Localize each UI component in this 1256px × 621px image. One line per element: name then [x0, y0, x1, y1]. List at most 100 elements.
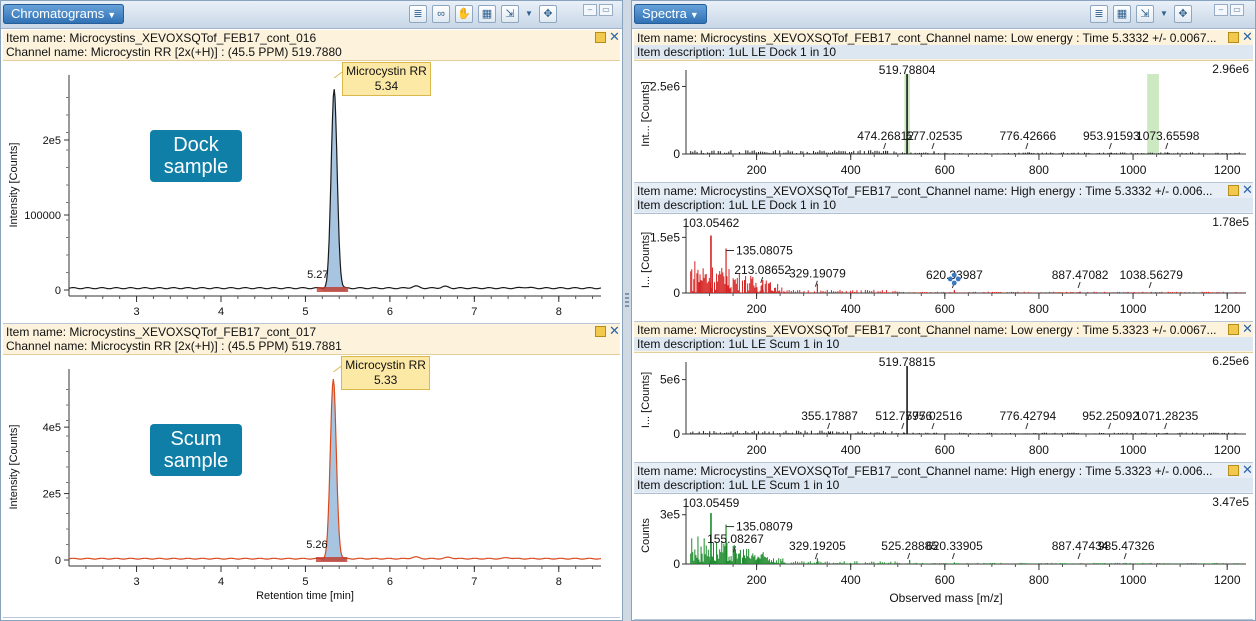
- hand-icon[interactable]: ✋: [455, 5, 473, 23]
- export-icon[interactable]: ⇲: [1136, 5, 1154, 23]
- x-tick-label: 1200: [1214, 163, 1241, 177]
- move-icon[interactable]: ✥: [539, 5, 557, 23]
- spectrum-chart[interactable]: 200 400 600 800 1000 1200 0 1.5e5I... [Counts] 1…: [634, 213, 1253, 321]
- y-tick-label: 3e5: [660, 508, 680, 522]
- chromatograms-menu-button[interactable]: Chromatograms ▼: [3, 4, 125, 24]
- label-leader: [1025, 422, 1029, 430]
- x-tick-label: 1200: [1214, 443, 1241, 457]
- x-tick-label: 6: [387, 576, 393, 588]
- x-tick-label: 400: [841, 443, 861, 457]
- pin-icon[interactable]: [595, 32, 606, 43]
- callout-line-1: Dock: [173, 134, 219, 156]
- item-name-label: Item name: Microcystins_XEVOXSQTof_FEB17…: [637, 323, 938, 337]
- list-icon[interactable]: ≣: [1090, 5, 1108, 23]
- item-description-label: Item description: 1uL LE Scum 1 in 10: [634, 478, 1253, 492]
- y-tick-label: 2e5: [43, 489, 61, 501]
- x-tick-label: 7: [471, 576, 477, 588]
- spectrum-chart[interactable]: 200 400 600 800 1000 1200 0 3e5 Counts 3.47e5 Obse…: [634, 493, 1253, 619]
- x-tick-label: 6: [387, 306, 393, 318]
- spectra-title: Spectra: [642, 6, 687, 21]
- table-icon[interactable]: ▦: [478, 5, 496, 23]
- label-leader: [901, 422, 905, 430]
- spectra-toolbar: ≣ ▦ ⇲ ▼ ✥: [1090, 5, 1192, 25]
- y-tick-label: 0: [55, 555, 61, 567]
- x-tick-label: 400: [841, 163, 861, 177]
- x-tick-label: 600: [935, 163, 955, 177]
- peak-mass-label: 329.19205: [789, 539, 846, 553]
- chevron-down-icon[interactable]: ▼: [524, 5, 534, 23]
- item-name-label: Item name: Microcystins_XEVOXSQTof_FEB17…: [637, 184, 938, 198]
- x-tick-label: 1000: [1120, 163, 1147, 177]
- item-name-label: Item name: Microcystins_XEVOXSQTof_FEB17…: [6, 325, 317, 339]
- label-leader: [1123, 552, 1127, 560]
- peak-mass-label: 329.19079: [789, 267, 846, 281]
- channel-name-label: Channel name: Microcystin RR [2x(+H)] : …: [6, 339, 342, 353]
- label-leader: [931, 422, 935, 430]
- close-icon[interactable]: ✕: [1242, 321, 1253, 336]
- x-axis-label: Observed mass [m/z]: [889, 591, 1002, 605]
- restore-icon[interactable]: ▭: [599, 4, 613, 16]
- x-tick-label: 3: [133, 306, 139, 318]
- item-name-label: Item name: Microcystins_XEVOXSQTof_FEB17…: [637, 464, 938, 478]
- chromatogram-chart[interactable]: 3 4 5 6 7 8 0 2e5 4e5 Intensity [Counts] Retention…: [3, 354, 620, 617]
- x-tick-label: 600: [935, 302, 955, 316]
- spectra-titlebar: Spectra ▼ ≣ ▦ ⇲ ▼ ✥ – ▭: [632, 1, 1255, 29]
- close-icon[interactable]: ✕: [1242, 182, 1253, 197]
- pane-splitter[interactable]: [623, 0, 631, 621]
- close-icon[interactable]: ✕: [609, 29, 620, 44]
- x-tick-label: 800: [1029, 573, 1049, 587]
- x-tick-label: 1200: [1214, 573, 1241, 587]
- y-tick-label: 0: [673, 286, 680, 300]
- y-axis-label: Intensity [Counts]: [8, 143, 20, 228]
- pin-icon[interactable]: [1228, 324, 1239, 335]
- move-icon[interactable]: ✥: [1174, 5, 1192, 23]
- x-tick-label: 1200: [1214, 302, 1241, 316]
- peak-mass-label: 776.42794: [999, 409, 1056, 423]
- spectrum-chart[interactable]: 200 400 600 800 1000 1200 0 5e6 I... [Counts] 6.2…: [634, 352, 1253, 462]
- restore-icon[interactable]: ▭: [1230, 4, 1244, 16]
- panel-header: Item name: Microcystins_XEVOXSQTof_FEB17…: [3, 323, 620, 355]
- peak-label[interactable]: Microcystin RR 5.33: [341, 356, 430, 390]
- peak-mass-label: 213.08652: [734, 263, 791, 277]
- chevron-down-icon[interactable]: ▼: [1159, 5, 1169, 23]
- x-tick-label: 5: [302, 576, 308, 588]
- item-description-label: Item description: 1uL LE Dock 1 in 10: [634, 45, 1253, 59]
- minimize-icon[interactable]: –: [583, 4, 597, 16]
- peak-mass-label: 519.78815: [879, 355, 936, 369]
- close-icon[interactable]: ✕: [1242, 29, 1253, 44]
- max-intensity-label: 2.96e6: [1212, 62, 1249, 76]
- x-tick-label: 5: [302, 306, 308, 318]
- pin-icon[interactable]: [595, 326, 606, 337]
- peak-mass-label: 952.25092: [1082, 409, 1139, 423]
- peak-mass-label: 985.47326: [1098, 539, 1155, 553]
- peak-mass-label: 519.78804: [879, 63, 936, 77]
- y-tick-label: 100000: [24, 210, 61, 222]
- peak-mass-label: 1038.56279: [1120, 268, 1184, 282]
- label-leader: [827, 422, 831, 430]
- list-icon[interactable]: ≣: [409, 5, 427, 23]
- label-leader: [814, 552, 818, 560]
- y-tick-label: 4e5: [43, 422, 61, 434]
- panel-header: Item name: Microcystins_XEVOXSQTof_FEB17…: [634, 462, 1253, 494]
- spectra-menu-button[interactable]: Spectra ▼: [634, 4, 707, 24]
- spectrum-chart[interactable]: 200 400 600 800 1000 1200 0 2.5e6Int... [Counts…: [634, 60, 1253, 182]
- link-icon[interactable]: ∞: [432, 5, 450, 23]
- chromatogram-chart[interactable]: 3 4 5 6 7 8 0 100000 2e5 Intensity [Counts] 5.27: [3, 60, 620, 323]
- peak-label[interactable]: Microcystin RR 5.34: [342, 62, 431, 96]
- y-tick-label: 5e6: [660, 373, 680, 387]
- close-icon[interactable]: ✕: [609, 323, 620, 338]
- table-icon[interactable]: ▦: [1113, 5, 1131, 23]
- panel-header: Item name: Microcystins_XEVOXSQTof_FEB17…: [634, 29, 1253, 61]
- y-tick-label: 0: [673, 557, 680, 571]
- pin-icon[interactable]: [1228, 185, 1239, 196]
- label-leader: [951, 552, 955, 560]
- x-tick-label: 8: [556, 306, 562, 318]
- export-icon[interactable]: ⇲: [501, 5, 519, 23]
- peak-mass-label: 103.05459: [683, 496, 740, 510]
- spectrum-panel-1: Item name: Microcystins_XEVOXSQTof_FEB17…: [634, 29, 1253, 183]
- pin-icon[interactable]: [1228, 465, 1239, 476]
- pin-icon[interactable]: [1228, 32, 1239, 43]
- y-tick-label: 1.5e5: [650, 230, 680, 244]
- minimize-icon[interactable]: –: [1214, 4, 1228, 16]
- close-icon[interactable]: ✕: [1242, 462, 1253, 477]
